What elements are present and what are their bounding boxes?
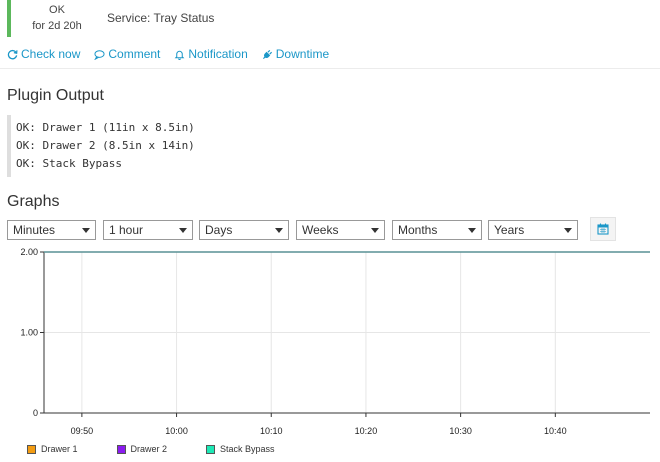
x-tick-label: 10:20 bbox=[355, 426, 378, 436]
months-select[interactable]: Months bbox=[392, 220, 482, 240]
output-line: OK: Drawer 2 (8.5in x 14in) bbox=[16, 139, 195, 152]
chevron-down-icon bbox=[179, 227, 187, 233]
check-now-label: Check now bbox=[21, 47, 81, 61]
notification-link[interactable]: Notification bbox=[174, 46, 248, 62]
years-select[interactable]: Years bbox=[488, 220, 578, 240]
legend-label: Stack Bypass bbox=[220, 444, 275, 454]
chevron-down-icon bbox=[275, 227, 283, 233]
chevron-down-icon bbox=[371, 227, 379, 233]
minutes-select-value: Minutes bbox=[13, 223, 56, 237]
status-label: OK bbox=[49, 4, 65, 16]
legend-item[interactable]: Drawer 2 bbox=[116, 444, 168, 454]
plugin-output-title: Plugin Output bbox=[7, 87, 104, 104]
chevron-down-icon bbox=[468, 227, 476, 233]
legend-label: Drawer 2 bbox=[130, 444, 168, 454]
downtime-label: Downtime bbox=[275, 47, 330, 61]
check-now-link[interactable]: Check now bbox=[7, 46, 80, 62]
x-tick-label: 10:00 bbox=[165, 426, 188, 436]
calendar-icon bbox=[597, 223, 609, 235]
comment-label: Comment bbox=[108, 47, 161, 61]
x-tick-label: 10:30 bbox=[449, 426, 472, 436]
legend-swatch bbox=[116, 444, 126, 454]
output-line: OK: Drawer 1 (11in x 8.5in) bbox=[16, 121, 195, 134]
y-tick-label: 0 bbox=[33, 408, 38, 418]
service-name: Service: Tray Status bbox=[107, 11, 215, 25]
legend-item[interactable]: Stack Bypass bbox=[206, 444, 275, 454]
service-status-card: OK for 2d 20h Service: Tray Status bbox=[0, 0, 660, 40]
notification-label: Notification bbox=[188, 47, 248, 61]
header-divider bbox=[0, 68, 660, 69]
weeks-select-value: Weeks bbox=[302, 223, 339, 237]
date-picker-button[interactable] bbox=[590, 217, 616, 241]
y-tick-label: 1.00 bbox=[20, 328, 38, 338]
output-line: OK: Stack Bypass bbox=[16, 157, 122, 170]
chevron-down-icon bbox=[82, 227, 90, 233]
action-bar: Check now Comment Notification Downtime bbox=[7, 46, 329, 62]
chart-legend: Drawer 1 Drawer 2 Stack Bypass bbox=[27, 444, 314, 454]
comment-link[interactable]: Comment bbox=[94, 46, 160, 62]
status-box: OK for 2d 20h bbox=[18, 0, 96, 33]
years-select-value: Years bbox=[494, 223, 525, 237]
plugin-output-block: OK: Drawer 1 (11in x 8.5in) OK: Drawer 2… bbox=[7, 115, 247, 177]
days-select-value: Days bbox=[205, 223, 233, 237]
x-tick-label: 09:50 bbox=[71, 426, 94, 436]
legend-swatch bbox=[27, 444, 36, 454]
bell-icon bbox=[175, 50, 185, 60]
tray-status-chart: 2.00 1.00 0 09:50 10:00 10:10 10:20 10:30 10:40 bbox=[20, 247, 650, 436]
legend-label: Drawer 1 bbox=[41, 444, 78, 454]
legend-item[interactable]: Drawer 1 bbox=[27, 444, 78, 454]
plug-icon bbox=[262, 49, 272, 59]
x-tick-label: 10:10 bbox=[260, 426, 283, 436]
legend-swatch bbox=[206, 444, 216, 454]
y-tick-label: 2.00 bbox=[20, 247, 38, 257]
status-color-bar bbox=[7, 0, 11, 37]
x-tick-label: 10:40 bbox=[544, 426, 567, 436]
range-select[interactable]: 1 hour bbox=[103, 220, 193, 240]
chevron-down-icon bbox=[564, 227, 572, 233]
downtime-link[interactable]: Downtime bbox=[262, 46, 329, 62]
months-select-value: Months bbox=[398, 223, 438, 237]
graphs-title: Graphs bbox=[7, 193, 60, 210]
days-select[interactable]: Days bbox=[199, 220, 289, 240]
refresh-icon bbox=[7, 49, 18, 59]
comment-icon bbox=[94, 49, 105, 60]
status-duration: for 2d 20h bbox=[32, 20, 82, 32]
weeks-select[interactable]: Weeks bbox=[296, 220, 385, 240]
minutes-select[interactable]: Minutes bbox=[7, 220, 96, 240]
range-select-value: 1 hour bbox=[109, 223, 144, 237]
